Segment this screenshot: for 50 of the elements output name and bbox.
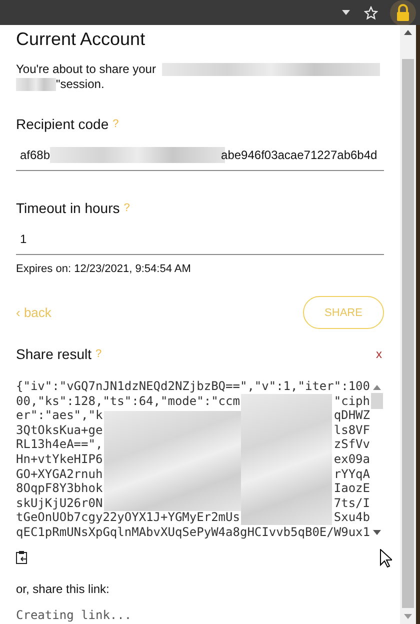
field-label: Recipient code bbox=[16, 116, 109, 132]
help-link[interactable]: ? bbox=[124, 202, 130, 214]
star-icon[interactable] bbox=[364, 6, 378, 20]
intro-text: "session. bbox=[56, 77, 104, 92]
popup-title: Current Account bbox=[16, 29, 146, 50]
scroll-up-icon[interactable] bbox=[404, 30, 412, 35]
code-text: {"iv":"vGQ7nJN1dzNEQd2NZjbzBQ==","v":1,"iter":100 bbox=[16, 379, 370, 394]
field-value: af68b bbox=[20, 148, 50, 162]
code-text: er":"aes","k bbox=[16, 408, 103, 423]
scrollbar-thumb[interactable] bbox=[402, 59, 414, 608]
scrollbar-thumb[interactable] bbox=[371, 393, 383, 409]
section-label: Share result bbox=[16, 346, 92, 362]
field-value: abe946f03acae71227ab6b4d bbox=[221, 148, 378, 162]
code-text: Hn+vtYkeHIP6 bbox=[16, 452, 103, 467]
lock-icon[interactable] bbox=[390, 0, 416, 26]
code-text: Sxu4b bbox=[334, 510, 370, 525]
back-link[interactable]: ‹ back bbox=[16, 305, 52, 320]
expiry-text: Expires on: 12/23/2021, 9:54:54 AM bbox=[16, 263, 192, 275]
code-text: qDHWZ bbox=[334, 408, 370, 423]
field-label: Timeout in hours bbox=[16, 200, 120, 216]
share-button[interactable]: SHARE bbox=[303, 296, 384, 329]
link-status: Creating link... bbox=[16, 608, 133, 622]
clipboard-icon[interactable] bbox=[16, 551, 27, 564]
help-link[interactable]: ? bbox=[95, 348, 102, 360]
code-text: skUjKjU26r0N bbox=[16, 496, 103, 510]
input-field[interactable]: af68b abe946f03acae71227ab6b4d bbox=[16, 140, 384, 171]
code-text: RL13h4eA==", bbox=[16, 437, 103, 452]
code-text: tGeOnUOb7cgy22yOYX1J+YGMyEr2mUs bbox=[16, 510, 240, 525]
code-text: qEC1pRmUNsXpGqlnMAbvXUqSePyW4a8gHCIvvb5qB0E/W9ux1 bbox=[16, 524, 370, 539]
input-field[interactable]: 1 bbox=[16, 224, 384, 255]
scroll-up-icon[interactable] bbox=[373, 385, 381, 390]
code-text: zSfVv bbox=[334, 437, 370, 452]
code-text: 3QtOksKua+ge bbox=[16, 422, 103, 438]
mouse-cursor-icon bbox=[380, 549, 392, 568]
close-button[interactable]: x bbox=[376, 347, 382, 361]
scroll-down-icon[interactable] bbox=[373, 530, 381, 535]
code-text: GO+XYGA2rnuh bbox=[16, 466, 103, 482]
code-text: IaozE bbox=[334, 481, 370, 496]
code-text: "ciph bbox=[334, 394, 370, 408]
code-text: ls8VF bbox=[334, 422, 370, 438]
redaction-blur bbox=[16, 78, 56, 91]
code-text: 8OqpF8Y3bhok bbox=[16, 481, 103, 496]
code-text: 00,"ks":128,"ts":64,"mode":"ccm bbox=[16, 394, 240, 408]
code-text: rYYqA bbox=[334, 466, 370, 482]
dropdown-caret-icon[interactable] bbox=[342, 10, 350, 15]
link-label: or, share this link: bbox=[16, 582, 110, 596]
code-text: ex09a bbox=[334, 452, 370, 467]
help-link[interactable]: ? bbox=[112, 118, 119, 130]
code-text: 7ts/I bbox=[334, 496, 370, 510]
intro-text: You're about to share your bbox=[16, 62, 156, 77]
